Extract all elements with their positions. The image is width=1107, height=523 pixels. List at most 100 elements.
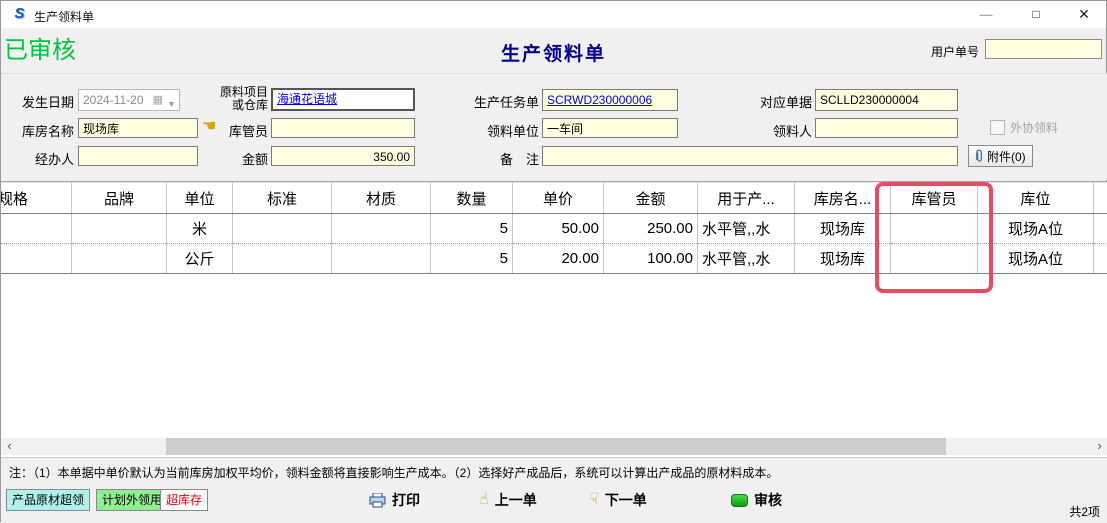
table-cell[interactable]: 现场库	[795, 214, 891, 244]
warehouse-label: 库房名称	[8, 121, 74, 140]
hand-up-icon: ☝	[479, 491, 489, 509]
flag-unplanned-use: 计划外领用	[96, 489, 168, 511]
column-header-3[interactable]: 单位	[167, 183, 233, 214]
column-header-8[interactable]: 金额	[604, 183, 698, 214]
keeper-input[interactable]	[271, 118, 415, 138]
date-label: 发生日期	[8, 92, 74, 111]
table-cell[interactable]	[72, 214, 167, 244]
task-input[interactable]: SCRWD230000006	[542, 89, 678, 111]
column-header-9[interactable]: 用于产...	[698, 183, 795, 214]
column-header-2[interactable]: 品牌	[72, 183, 167, 214]
table-cell[interactable]: 10	[1094, 214, 1107, 244]
attachment-label: 附件(0)	[987, 148, 1026, 165]
table-cell[interactable]: 5	[431, 244, 513, 274]
amount-input[interactable]: 350.00	[271, 146, 415, 166]
audit-button[interactable]: 审核	[731, 490, 782, 510]
table-cell[interactable]: 100.00	[604, 244, 698, 274]
chevron-down-icon[interactable]: ▼	[167, 94, 176, 111]
previous-order-label: 上一单	[495, 490, 537, 510]
amount-label: 金额	[216, 149, 268, 168]
close-button[interactable]: ✕	[1067, 1, 1101, 28]
material-project-input[interactable]: 海通花语城	[271, 88, 415, 111]
horizontal-scrollbar[interactable]: ‹ ›	[1, 438, 1107, 455]
table-row: 米550.00250.00水平管,,水现场库现场A位1010	[1, 214, 1107, 244]
production-requisition-window: S 生产领料单 — □ ✕ 已审核 生产领料单 用户单号 发生日期 2024-1…	[0, 0, 1107, 522]
minimize-button[interactable]: —	[969, 1, 1003, 28]
scroll-left-icon[interactable]: ‹	[1, 438, 18, 455]
table-cell[interactable]: 水平管,,水	[698, 244, 795, 274]
table-cell[interactable]: 10	[1094, 244, 1107, 274]
header-row: 规格品牌单位标准材质数量单价金额用于产...库房名...库管员库位库...产品.…	[1, 183, 1107, 214]
table-cell[interactable]	[72, 244, 167, 274]
pointing-hand-icon[interactable]: ☚	[202, 118, 216, 136]
column-header-6[interactable]: 数量	[431, 183, 513, 214]
print-label: 打印	[392, 490, 420, 510]
column-header-12[interactable]: 库位	[978, 183, 1094, 214]
user-no-input[interactable]	[985, 39, 1102, 59]
previous-order-button[interactable]: ☝ 上一单	[479, 490, 537, 510]
checkbox-box-icon	[990, 120, 1005, 135]
column-header-4[interactable]: 标准	[233, 183, 332, 214]
column-header-10[interactable]: 库房名...	[795, 183, 891, 214]
column-header-7[interactable]: 单价	[513, 183, 604, 214]
table-cell[interactable]: 5	[431, 214, 513, 244]
scrollbar-thumb[interactable]	[166, 438, 946, 455]
table-cell[interactable]: 现场A位	[978, 244, 1094, 274]
table-cell[interactable]	[332, 214, 431, 244]
material-project-label: 原料项目或仓库	[216, 86, 268, 112]
audit-label: 审核	[754, 490, 782, 510]
print-button[interactable]: 打印	[369, 490, 420, 510]
picker-input[interactable]	[815, 118, 958, 138]
request-unit-label: 领料单位	[467, 121, 539, 140]
table-cell[interactable]: 250.00	[604, 214, 698, 244]
remark-input[interactable]	[542, 146, 958, 166]
note-text: 注：（1）本单据中单价默认为当前库房加权平均价，领料金额将直接影响生产成本。（2…	[9, 464, 778, 481]
agent-input[interactable]	[78, 146, 198, 166]
footer-toolbar: 产品原材超领 计划外领用 超库存 打印 ☝ 上一单 ☟ 下一单 审核 共2项	[1, 483, 1107, 523]
window-title: 生产领料单	[34, 8, 94, 25]
table-cell[interactable]: 米	[167, 214, 233, 244]
ref-doc-input[interactable]: SCLLD230000004	[815, 89, 958, 111]
table-cell[interactable]: 现场A位	[978, 214, 1094, 244]
table-cell[interactable]	[1, 214, 72, 244]
table-cell[interactable]	[233, 214, 332, 244]
audit-green-icon	[731, 494, 748, 507]
date-input[interactable]: 2024-11-20 ▦ ▼	[78, 89, 180, 111]
column-header-13[interactable]: 库...	[1094, 183, 1107, 214]
table-cell[interactable]	[332, 244, 431, 274]
items-table-head: 规格品牌单位标准材质数量单价金额用于产...库房名...库管员库位库...产品.…	[1, 183, 1107, 214]
warehouse-input[interactable]: 现场库	[78, 118, 198, 138]
printer-icon	[369, 493, 386, 508]
next-order-label: 下一单	[605, 490, 647, 510]
hand-down-icon: ☟	[589, 491, 599, 509]
app-icon: S	[11, 5, 28, 22]
items-table-body: 米550.00250.00水平管,,水现场库现场A位1010公斤520.0010…	[1, 214, 1107, 274]
flag-over-limit-material: 产品原材超领	[6, 489, 90, 511]
request-unit-input[interactable]: 一车间	[542, 118, 678, 138]
form-panel: 发生日期 2024-11-20 ▦ ▼ 原料项目或仓库 海通花语城 生产任务单 …	[2, 73, 1107, 180]
attachment-button[interactable]: 附件(0)	[968, 145, 1033, 167]
table-cell[interactable]	[233, 244, 332, 274]
paperclip-icon	[975, 149, 984, 164]
agent-label: 经办人	[8, 149, 74, 168]
table-cell[interactable]: 20.00	[513, 244, 604, 274]
items-grid: 规格品牌单位标准材质数量单价金额用于产...库房名...库管员库位库...产品.…	[1, 181, 1107, 458]
items-table: 规格品牌单位标准材质数量单价金额用于产...库房名...库管员库位库...产品.…	[1, 182, 1107, 274]
titlebar: S 生产领料单 — □ ✕	[1, 1, 1106, 28]
table-cell[interactable]: 水平管,,水	[698, 214, 795, 244]
table-cell[interactable]	[891, 214, 978, 244]
table-cell[interactable]: 现场库	[795, 244, 891, 274]
table-cell[interactable]	[891, 244, 978, 274]
table-cell[interactable]	[1, 244, 72, 274]
picker-label: 领料人	[750, 121, 812, 140]
next-order-button[interactable]: ☟ 下一单	[589, 490, 647, 510]
column-header-5[interactable]: 材质	[332, 183, 431, 214]
outsourcing-checkbox[interactable]: 外协领料	[990, 119, 1058, 136]
column-header-1[interactable]: 规格	[1, 183, 72, 214]
maximize-button[interactable]: □	[1019, 1, 1053, 28]
column-header-11[interactable]: 库管员	[891, 183, 978, 214]
table-cell[interactable]: 50.00	[513, 214, 604, 244]
scroll-right-icon[interactable]: ›	[1091, 438, 1107, 455]
ref-doc-label: 对应单据	[750, 92, 812, 111]
table-cell[interactable]: 公斤	[167, 244, 233, 274]
